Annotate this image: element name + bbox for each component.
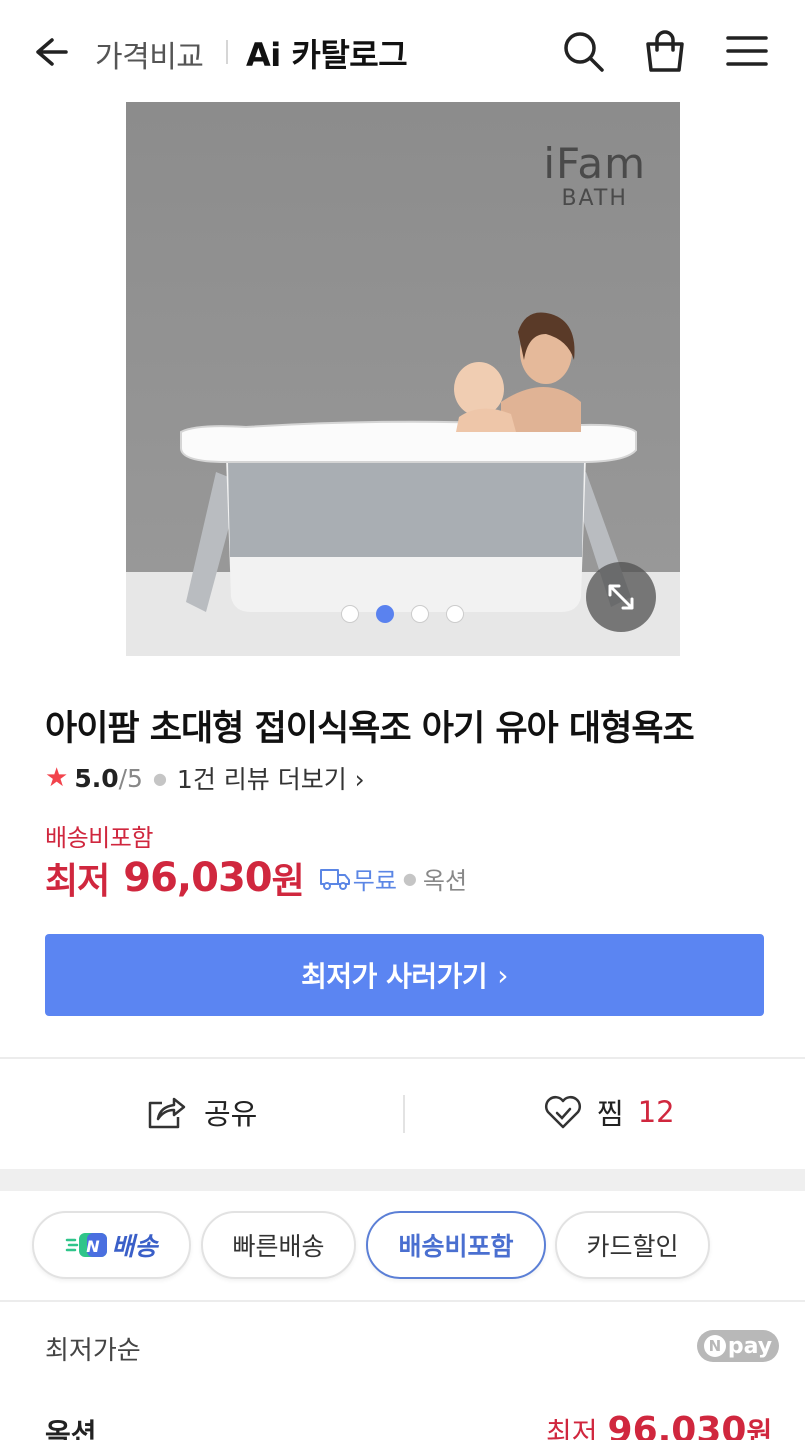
npay-label: pay — [727, 1333, 773, 1359]
product-title: 아이팜 초대형 접이식욕조 아기 유아 대형욕조 — [45, 709, 695, 749]
free-shipping-badge: 무료 — [319, 861, 397, 896]
back-arrow-icon[interactable] — [28, 30, 72, 74]
chip-fast-delivery[interactable]: 빠른배송 — [201, 1211, 356, 1279]
rating-max: /5 — [118, 763, 143, 793]
rating-row: ★ 5.0 /5 ● 1건 리뷰 더보기 › — [45, 760, 365, 796]
chip-n-delivery[interactable]: N 배송 — [32, 1211, 191, 1279]
seller-price[interactable]: 최저 96,030 원 — [546, 1410, 772, 1440]
free-shipping-text: 무료 — [352, 866, 397, 895]
separator-dot: ● — [152, 768, 167, 788]
search-icon[interactable] — [558, 26, 608, 76]
share-label: 공유 — [204, 1097, 258, 1131]
chip-n-delivery-label: 배송 — [111, 1232, 158, 1261]
breadcrumb-divider — [226, 40, 228, 64]
n-delivery-icon: N — [66, 1233, 108, 1257]
star-icon: ★ — [45, 763, 69, 793]
seller-price-value: 96,030 — [607, 1410, 747, 1440]
brand-logo: iFam BATH — [543, 142, 646, 212]
price-row: 최저 96,030 원 무료 ● 옥션 — [45, 852, 467, 904]
carousel-dot[interactable] — [446, 605, 464, 623]
expand-image-icon[interactable] — [586, 562, 656, 632]
chevron-right-icon: › — [497, 958, 508, 992]
seller-option: 옥션 — [422, 866, 468, 895]
n-delivery-chip-content: N 배송 — [65, 1227, 158, 1263]
separator-dot: ● — [402, 868, 417, 888]
chip-card-discount-label: 카드할인 — [586, 1232, 679, 1261]
chip-shipping-included[interactable]: 배송비포함 — [366, 1211, 546, 1279]
seller-price-prefix: 최저 — [546, 1416, 598, 1440]
chip-shipping-included-label: 배송비포함 — [398, 1232, 514, 1261]
section-gap — [0, 1169, 805, 1191]
top-header: 가격비교 Ai 카탈로그 — [0, 0, 805, 100]
rating-value: 5.0 — [74, 763, 119, 793]
share-icon — [148, 1097, 186, 1129]
buy-button-label: 최저가 사러가기 — [301, 960, 488, 993]
seller-name[interactable]: 옥션 — [45, 1412, 97, 1440]
carousel-indicator — [341, 605, 464, 623]
heart-icon — [545, 1096, 581, 1129]
filter-chips: N 배송 빠른배송 배송비포함 카드할인 — [0, 1191, 805, 1301]
menu-icon[interactable] — [722, 26, 772, 76]
shipping-included-label: 배송비포함 — [45, 824, 153, 852]
npay-filter-toggle[interactable]: N pay — [697, 1330, 779, 1362]
lowest-price: 96,030 — [123, 855, 272, 901]
shopping-bag-icon[interactable] — [640, 26, 690, 76]
price-unit: 원 — [271, 861, 305, 902]
product-image-carousel[interactable]: iFam BATH — [126, 102, 680, 656]
action-divider — [403, 1095, 405, 1133]
action-row: 공유 찜 12 — [0, 1059, 805, 1169]
review-more-link[interactable]: 1건 리뷰 더보기 › — [177, 760, 365, 796]
brand-logo-line2: BATH — [561, 186, 628, 211]
zzim-button[interactable]: 찜 12 — [543, 1091, 675, 1133]
buy-lowest-price-button[interactable]: 최저가 사러가기 › — [45, 934, 764, 1016]
review-more-label: 1건 리뷰 더보기 — [176, 765, 347, 794]
svg-text:N: N — [87, 1237, 101, 1256]
carousel-dot[interactable] — [341, 605, 359, 623]
page-title: Ai 카탈로그 — [246, 36, 408, 74]
zzim-label: 찜 — [597, 1097, 624, 1131]
delivery-truck-icon — [319, 869, 350, 890]
sort-lowest-price[interactable]: 최저가순 — [45, 1330, 141, 1367]
price-prefix: 최저 — [45, 861, 110, 902]
zzim-count: 12 — [637, 1095, 675, 1129]
share-button[interactable]: 공유 — [146, 1091, 257, 1133]
brand-logo-line1: iFam — [543, 139, 646, 188]
seller-price-unit: 원 — [746, 1416, 773, 1440]
chip-card-discount[interactable]: 카드할인 — [555, 1211, 710, 1279]
carousel-dot[interactable] — [411, 605, 429, 623]
section-divider — [0, 1300, 805, 1302]
chip-fast-delivery-label: 빠른배송 — [232, 1232, 325, 1261]
breadcrumb-price-compare[interactable]: 가격비교 — [95, 32, 204, 76]
npay-n-icon: N — [703, 1335, 726, 1357]
chevron-right-icon: › — [346, 765, 365, 794]
carousel-dot-active[interactable] — [376, 605, 394, 623]
